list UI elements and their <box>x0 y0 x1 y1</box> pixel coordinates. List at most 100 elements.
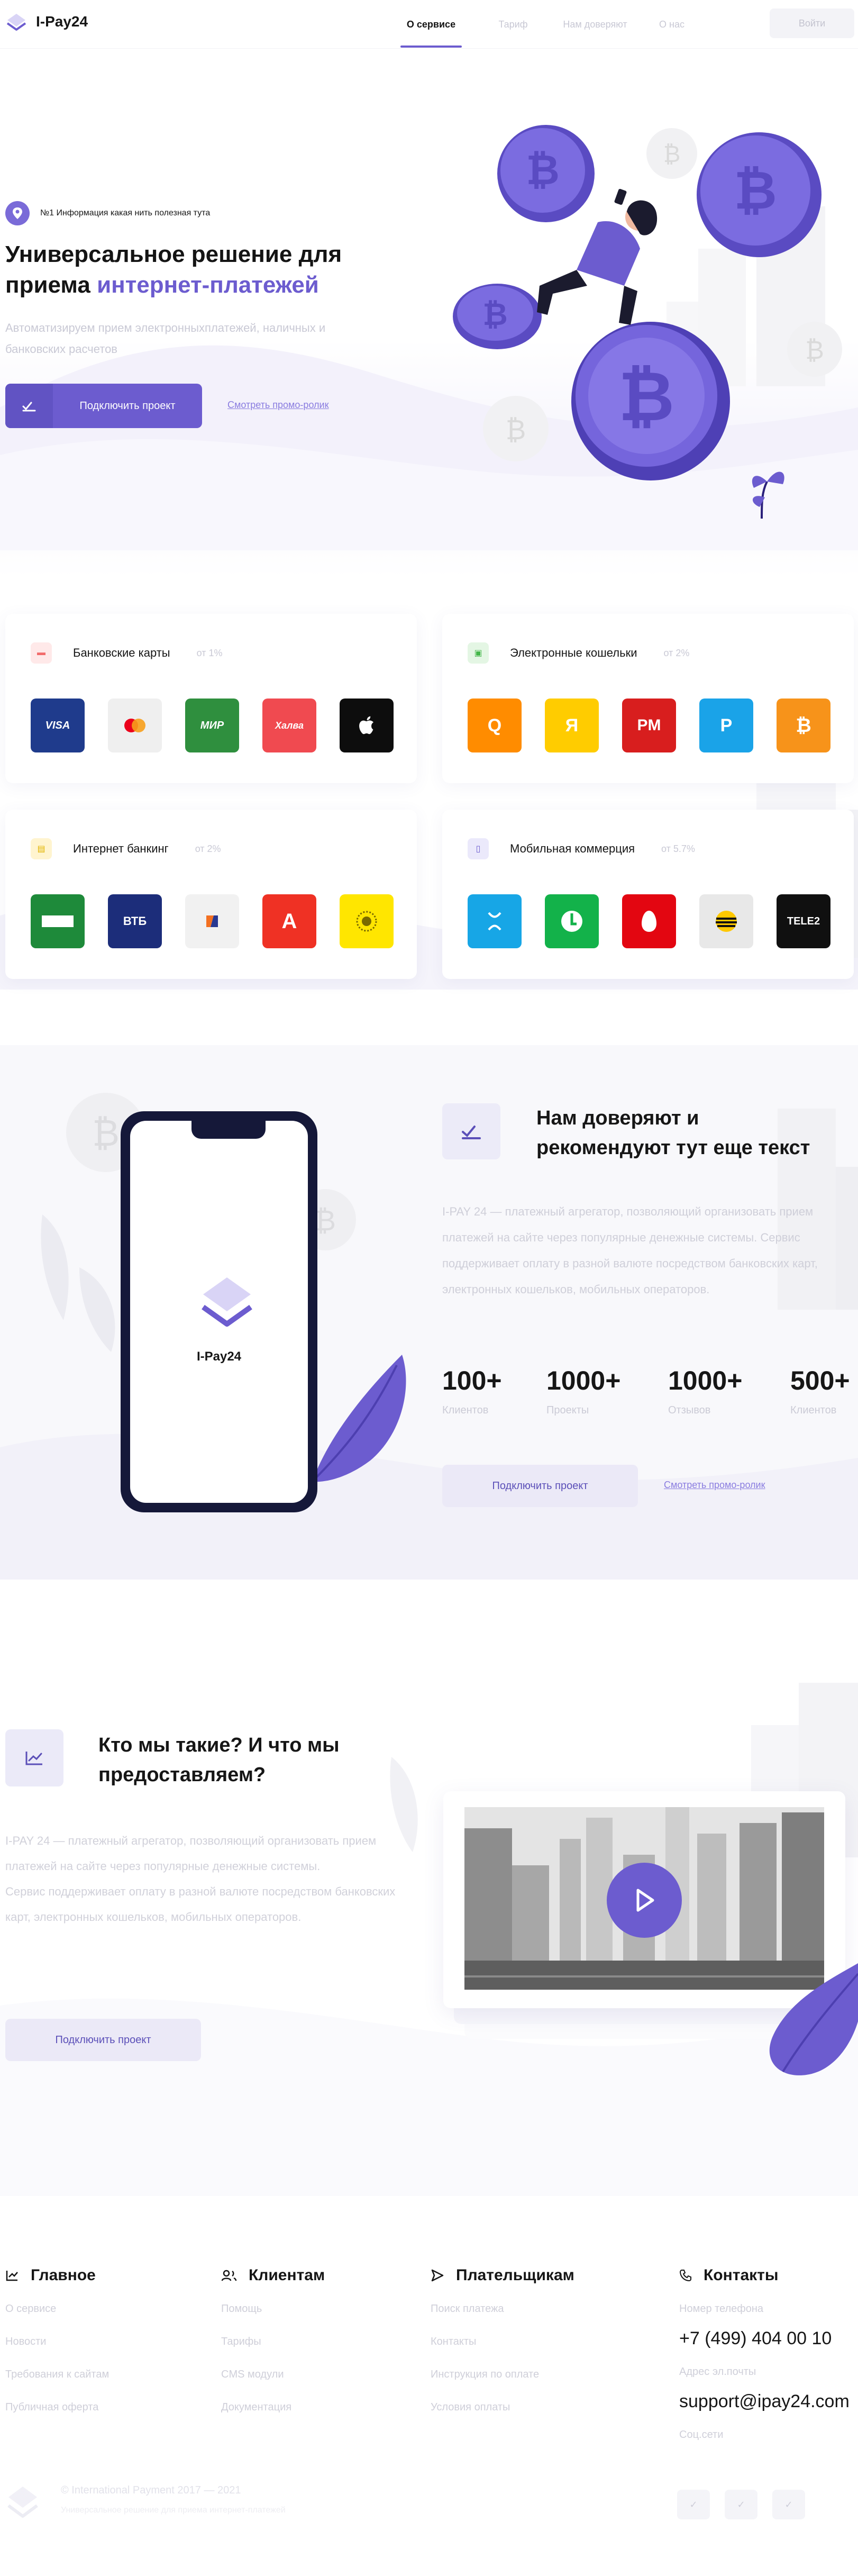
tele2-logo-icon[interactable]: TELE2 <box>777 894 830 948</box>
stat-label: Клиентов <box>790 1404 837 1416</box>
payment-card-internet-banking: ▤ Интернет банкинг от 2% ВТБ А <box>5 810 417 979</box>
footer-link-requirements[interactable]: Требования к сайтам <box>5 2369 109 2384</box>
mts-logo-icon[interactable] <box>622 894 676 948</box>
play-button[interactable] <box>607 1863 682 1938</box>
trust-connect-button[interactable]: Подключить проект <box>442 1465 638 1507</box>
stat-clients-2: 500+ Клиентов <box>790 1365 850 1417</box>
footer-payers-heading: Плательщикам <box>431 2265 574 2286</box>
svg-text:₿: ₿ <box>805 337 824 365</box>
footer-link-instructions[interactable]: Инструкция по оплате <box>431 2369 574 2384</box>
footer-link-offer[interactable]: Публичная оферта <box>5 2401 109 2417</box>
footer-logo-icon <box>7 2487 38 2518</box>
payment-card-header: ▣ Электронные кошельки от 2% <box>468 642 689 664</box>
phone-logo-icon <box>202 1277 252 1327</box>
raiffeisen-logo-icon[interactable] <box>340 894 394 948</box>
footer-main-title: Главное <box>31 2266 96 2284</box>
play-icon <box>636 1889 654 1912</box>
nav-about[interactable]: О сервисе <box>389 0 473 49</box>
payment-card-rate: от 5.7% <box>661 843 695 854</box>
payment-card-title: Электронные кошельки <box>510 646 637 659</box>
footer-contacts-heading: Контакты <box>679 2265 850 2286</box>
hero-connect-button[interactable]: Подключить проект <box>5 384 202 428</box>
hero-promo-link[interactable]: Смотреть промо-ролик <box>227 400 329 411</box>
svg-text:₿: ₿ <box>315 1205 336 1237</box>
yoomoney-logo-icon[interactable]: Я <box>545 699 599 752</box>
psb-logo-icon[interactable] <box>185 894 239 948</box>
social-vk-icon[interactable]: ✓ <box>772 2490 805 2519</box>
trust-promo-link[interactable]: Смотреть промо-ролик <box>664 1480 765 1491</box>
apple-logo-icon[interactable] <box>340 699 394 752</box>
footer-payers-column: Плательщикам Поиск платежа Контакты Инст… <box>431 2265 574 2417</box>
megafon-logo-icon[interactable] <box>545 894 599 948</box>
sber-logo-icon[interactable] <box>31 894 85 948</box>
qiwi-logo-icon[interactable]: Q <box>468 699 522 752</box>
who-connect-button[interactable]: Подключить проект <box>5 2019 201 2061</box>
footer-link-about[interactable]: О сервисе <box>5 2303 109 2319</box>
footer-email-label: Адрес эл.почты <box>679 2366 756 2378</box>
payment-card-rate: от 2% <box>195 843 221 854</box>
payment-card-e-wallets: ▣ Электронные кошельки от 2% Q Я PM P ₿ <box>442 614 854 783</box>
footer-link-tariffs[interactable]: Тарифы <box>221 2336 325 2352</box>
beeline-logo-icon[interactable] <box>699 894 753 948</box>
payment-logo-row: VISA МИР Халва <box>31 699 394 752</box>
phone-icon <box>679 2270 691 2282</box>
svg-text:₿: ₿ <box>663 141 681 167</box>
payment-logo-row: TELE2 <box>468 894 830 948</box>
footer-link-docs[interactable]: Документация <box>221 2401 325 2417</box>
footer-link-news[interactable]: Новости <box>5 2336 109 2352</box>
payment-logo-row: Q Я PM P ₿ <box>468 699 830 752</box>
footer-link-contacts[interactable]: Контакты <box>431 2336 574 2352</box>
nav-about-us[interactable]: О нас <box>637 0 706 49</box>
stat-number: 1000+ <box>668 1366 743 1395</box>
footer-clients-heading: Клиентам <box>221 2265 325 2286</box>
login-button[interactable]: Войти <box>770 8 854 38</box>
logo[interactable]: I-Pay24 <box>5 11 88 33</box>
footer-link-help[interactable]: Помощь <box>221 2303 325 2319</box>
stat-number: 100+ <box>442 1366 502 1395</box>
svg-text:₿: ₿ <box>92 1112 120 1154</box>
footer-link-terms[interactable]: Условия оплаты <box>431 2401 574 2417</box>
phone-mockup: I-Pay24 <box>121 1111 317 1512</box>
footer-email[interactable]: support@ipay24.com <box>679 2391 850 2412</box>
hero-connect-label: Подключить проект <box>79 400 176 412</box>
yota-logo-icon[interactable] <box>468 894 522 948</box>
stat-projects: 1000+ Проекты <box>546 1365 620 1417</box>
vtb-logo-icon[interactable]: ВТБ <box>108 894 162 948</box>
social-vk-icon[interactable]: ✓ <box>677 2490 710 2519</box>
footer-phone-number[interactable]: +7 (499) 404 00 10 <box>679 2328 850 2349</box>
nav-trust[interactable]: Нам доверяют <box>553 0 637 49</box>
perfectmoney-logo-icon[interactable]: PM <box>622 699 676 752</box>
footer-clients-column: Клиентам Помощь Тарифы CMS модули Докуме… <box>221 2265 325 2417</box>
svg-text:₿: ₿ <box>482 297 507 332</box>
alfa-logo-icon[interactable]: А <box>262 894 316 948</box>
payment-card-title: Интернет банкинг <box>73 842 169 855</box>
svg-text:₿: ₿ <box>506 415 526 446</box>
who-description: I-PAY 24 — платежный агрегатор, позволяю… <box>5 1828 397 1930</box>
phone-label: I-Pay24 <box>196 1349 242 1364</box>
footer-copyright-sub: Универсальное решение для приема интерне… <box>61 2506 286 2515</box>
stat-number: 1000+ <box>546 1366 621 1395</box>
users-icon <box>221 2270 237 2281</box>
footer-clients-title: Клиентам <box>249 2266 325 2284</box>
payeer-logo-icon[interactable]: P <box>699 699 753 752</box>
footer-link-search-payment[interactable]: Поиск платежа <box>431 2303 574 2319</box>
nav-tariff[interactable]: Тариф <box>473 0 553 49</box>
hero-bitcoin-illustration: ₿ ₿ ₿ ₿ ₿ ₿ ₿ <box>453 125 842 519</box>
wallet-icon: ▣ <box>468 642 489 664</box>
svg-text:₿: ₿ <box>618 358 674 435</box>
social-vk-icon[interactable]: ✓ <box>725 2490 757 2519</box>
payment-card-title: Мобильная коммерция <box>510 842 635 855</box>
bitcoin-logo-icon[interactable]: ₿ <box>777 699 830 752</box>
visa-logo-icon[interactable]: VISA <box>31 699 85 752</box>
stat-number: 500+ <box>790 1366 850 1395</box>
halva-logo-icon[interactable]: Халва <box>262 699 316 752</box>
mobile-icon: ▯ <box>468 838 489 859</box>
stat-clients: 100+ Клиентов <box>442 1365 502 1417</box>
phone-screen: I-Pay24 <box>130 1120 308 1503</box>
hero-title-accent: интернет-платежей <box>97 272 319 298</box>
card-icon: ▬ <box>31 642 52 664</box>
footer-link-cms[interactable]: CMS модули <box>221 2369 325 2384</box>
svg-text:₿: ₿ <box>734 161 777 220</box>
mastercard-logo-icon[interactable] <box>108 699 162 752</box>
mir-logo-icon[interactable]: МИР <box>185 699 239 752</box>
